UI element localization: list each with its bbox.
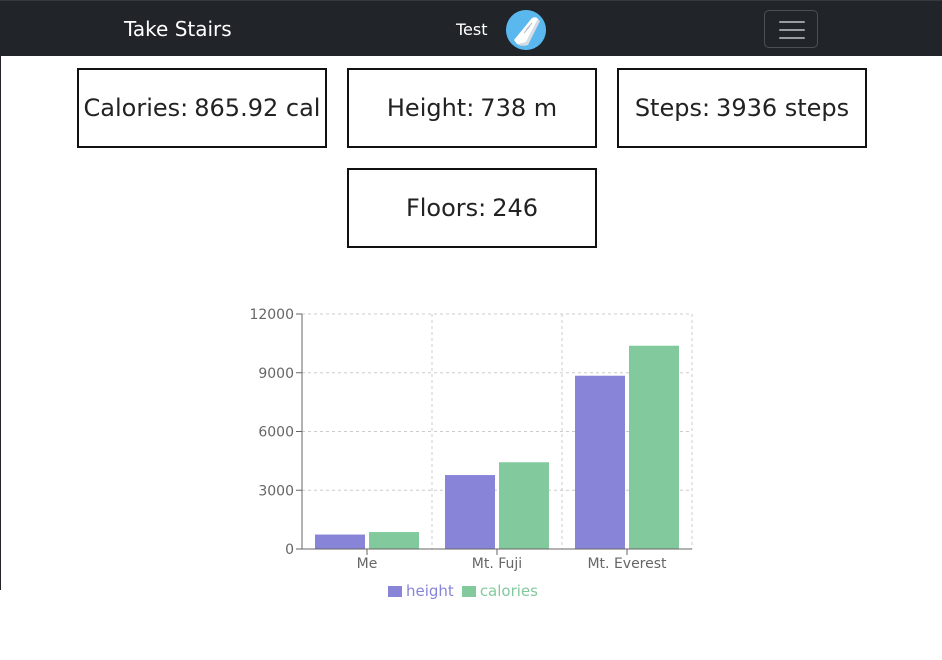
- x-tick-label: Mt. Everest: [587, 556, 667, 572]
- y-tick-label: 12000: [249, 307, 294, 323]
- x-tick-label: Mt. Fuji: [472, 556, 522, 572]
- bar-height-2: [575, 375, 625, 549]
- bar-height-0: [315, 534, 365, 549]
- bar-height-1: [445, 475, 495, 549]
- x-tick-label: Me: [357, 556, 378, 572]
- comparison-bar-chart: 0 3000 6000 9000 12000 Me Mt. Fuji Mt. Everest: [249, 307, 693, 572]
- bar-calories-2: [629, 345, 679, 549]
- legend-swatch-height: [388, 585, 402, 597]
- legend-label-calories: calories: [479, 582, 538, 600]
- y-tick-label: 9000: [258, 366, 294, 382]
- y-tick-label: 6000: [258, 425, 294, 441]
- bar-calories-1: [499, 462, 549, 549]
- y-tick-label: 0: [285, 542, 294, 558]
- y-tick-label: 3000: [258, 483, 294, 499]
- bar-calories-0: [369, 532, 419, 549]
- legend-label-height: height: [406, 582, 454, 600]
- chart-legend: height calories: [388, 582, 546, 600]
- legend-item-height[interactable]: height: [388, 582, 454, 600]
- legend-swatch-calories: [461, 585, 476, 597]
- legend-item-calories[interactable]: calories: [461, 582, 538, 600]
